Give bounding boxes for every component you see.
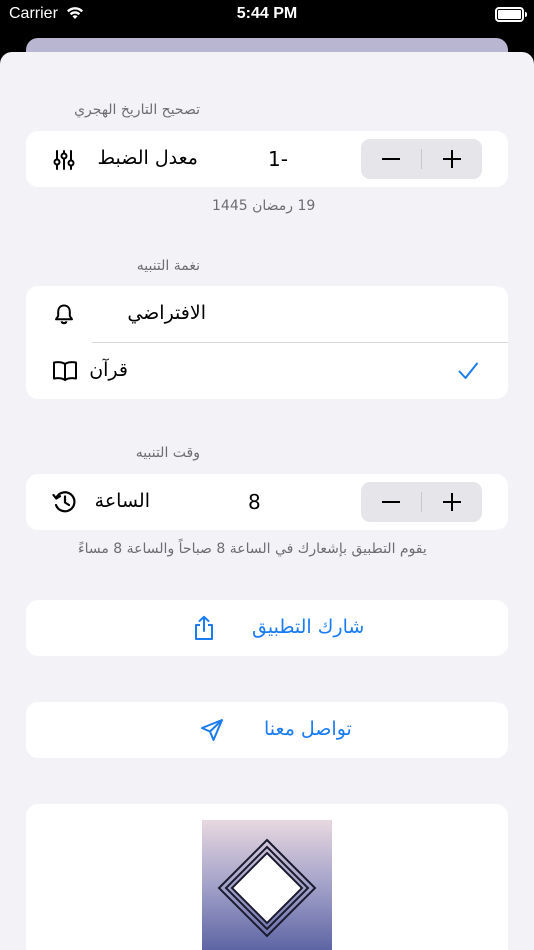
tone-option-quran[interactable]: قرآن	[26, 343, 508, 399]
hijri-adjust-card: 1- معدل الضبط	[26, 131, 508, 187]
tone-options-card: الافتراضي قرآن	[26, 286, 508, 399]
tone-option-label: قرآن	[89, 359, 128, 381]
app-logo	[202, 820, 332, 950]
decrement-button[interactable]	[361, 139, 421, 179]
tone-section-label: نغمة التنبيه	[136, 258, 200, 274]
clock-time: 5:44 PM	[236, 5, 298, 22]
book-icon	[52, 359, 78, 383]
hour-value: 8	[248, 490, 261, 514]
share-app-label: شارك التطبيق	[252, 616, 365, 638]
tone-option-label: الافتراضي	[127, 302, 206, 324]
app-logo-card	[26, 804, 508, 950]
adjust-value: 1-	[268, 147, 288, 171]
time-section-label: وقت التنبيه	[135, 445, 200, 461]
plus-icon	[443, 150, 461, 168]
share-app-button[interactable]: شارك التطبيق	[26, 600, 508, 656]
contact-us-label: تواصل معنا	[264, 718, 352, 740]
adjust-label: معدل الضبط	[97, 147, 198, 169]
paper-plane-icon	[200, 718, 224, 742]
checkmark-icon	[456, 359, 480, 383]
hijri-stepper[interactable]	[361, 139, 482, 179]
plus-icon	[443, 493, 461, 511]
clock-history-icon	[52, 489, 78, 515]
tone-option-default[interactable]: الافتراضي	[26, 286, 508, 342]
hour-label: الساعة	[94, 490, 150, 512]
minus-icon	[382, 158, 400, 160]
battery-level	[498, 10, 521, 19]
alert-time-card: 8 الساعة	[26, 474, 508, 530]
increment-button[interactable]	[422, 482, 482, 522]
battery-icon	[495, 7, 527, 22]
minus-icon	[382, 501, 400, 503]
share-icon	[192, 614, 216, 642]
bell-icon	[52, 302, 76, 326]
hijri-date-text: 19 رمضان 1445	[212, 198, 316, 214]
status-bar: Carrier 5:44 PM	[0, 0, 534, 30]
hijri-section-label: تصحيح التاريخ الهجري	[74, 102, 200, 118]
increment-button[interactable]	[422, 139, 482, 179]
diamond-logo-icon	[217, 838, 317, 938]
alert-time-note: يقوم التطبيق بإشعارك في الساعة 8 صباحاً …	[78, 541, 427, 557]
settings-sheet: تصحيح التاريخ الهجري 1- معدل الضبط 19 رم…	[0, 52, 534, 950]
sliders-icon	[52, 148, 76, 172]
contact-us-button[interactable]: تواصل معنا	[26, 702, 508, 758]
decrement-button[interactable]	[361, 482, 421, 522]
hour-stepper[interactable]	[361, 482, 482, 522]
